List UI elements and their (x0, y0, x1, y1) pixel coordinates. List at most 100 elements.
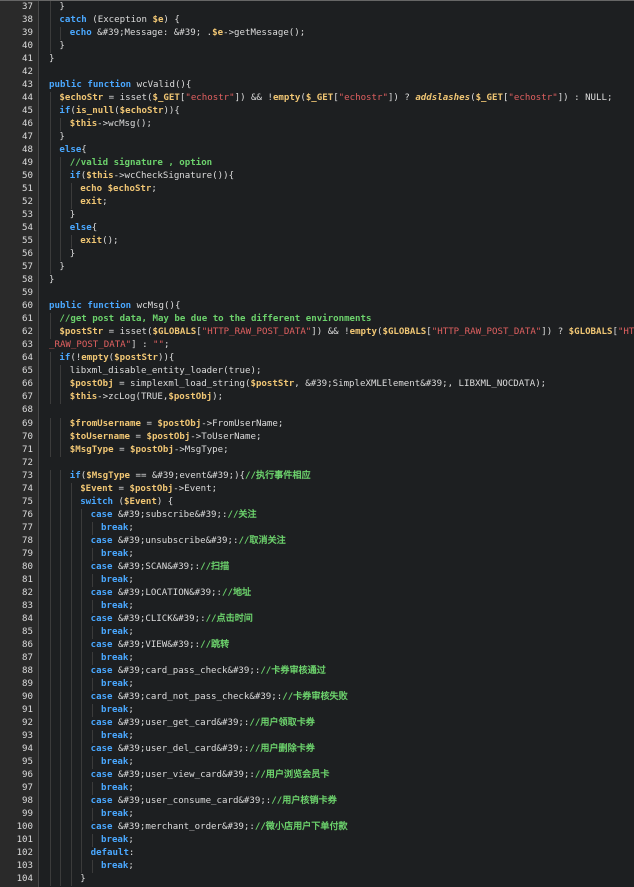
code-text[interactable]: $echoStr = isset($_GET["echostr"]) && !e… (59, 92, 612, 105)
indent-guide (81, 573, 83, 587)
code-text[interactable]: } (49, 53, 54, 66)
code-line: 43 public function wcValid(){ (0, 79, 634, 92)
code-text[interactable]: break; (101, 522, 134, 535)
code-text[interactable]: } (59, 131, 64, 144)
code-text[interactable]: $toUsername = $postObj->ToUserName; (70, 431, 262, 444)
code-text[interactable]: case &#39;SCAN&#39;://扫描 (91, 561, 230, 574)
code-text[interactable]: $this->wcMsg(); (70, 118, 152, 131)
code-text[interactable]: case &#39;merchant_order&#39;://微小店用户下单付… (91, 821, 348, 834)
indent-guide (50, 573, 51, 587)
indent-guide (60, 690, 62, 704)
code-token: $MsgType (86, 470, 131, 481)
code-text[interactable]: case &#39;VIEW&#39;://跳转 (91, 639, 230, 652)
line-number: 99 (22, 808, 33, 819)
code-text[interactable]: case &#39;unsubscribe&#39;://取消关注 (91, 535, 286, 548)
code-text[interactable]: break; (101, 548, 134, 561)
code-editor[interactable]: 37} 38 catch (Exception $e) {39 echo &#39;M… (0, 0, 634, 887)
code-text[interactable]: libxml_disable_entity_loader(true); (70, 365, 262, 378)
code-line: 61 //get post data, May be due to the dif… (0, 313, 634, 327)
code-text[interactable]: break; (101, 652, 134, 665)
code-text[interactable]: if(is_null($echoStr)){ (59, 105, 180, 118)
code-text[interactable]: public function wcValid(){ (49, 79, 191, 92)
code-text[interactable]: break; (101, 704, 134, 717)
indent-guide (81, 807, 83, 821)
code-token: $Event (80, 483, 114, 494)
code-text[interactable]: } (80, 873, 85, 886)
code-text[interactable]: exit(); (80, 235, 118, 248)
code-text[interactable]: case &#39;user_get_card&#39;://用户领取卡券 (91, 717, 315, 730)
code-text[interactable]: if($this->wcCheckSignature()){ (70, 170, 234, 183)
code-line: 79 break; (0, 547, 634, 561)
indent-guide (70, 834, 72, 848)
code-text[interactable]: _RAW_POST_DATA"] : ""; (49, 339, 169, 352)
code-text[interactable]: break; (101, 782, 134, 795)
code-text[interactable]: $postObj = simplexml_load_string($postSt… (70, 378, 546, 391)
code-text[interactable]: break; (101, 600, 134, 613)
code-text[interactable]: case &#39;card_not_pass_check&#39;://卡券审… (91, 691, 348, 704)
code-text[interactable]: //valid signature , option (70, 157, 212, 170)
code-text[interactable]: $MsgType = $postObj->MsgType; (70, 444, 229, 457)
indent-guide (70, 235, 72, 249)
code-text[interactable]: } (59, 261, 64, 274)
code-text[interactable]: $this->zcLog(TRUE,$postObj); (70, 391, 223, 404)
code-text[interactable]: } (70, 209, 75, 222)
code-text[interactable]: } (59, 1, 64, 14)
code-text[interactable]: $Event = $postObj->Event; (80, 483, 217, 496)
code-text[interactable]: case &#39;user_consume_card&#39;://用户核销卡… (91, 795, 337, 808)
code-token: //微小店用户下单付款 (254, 821, 348, 832)
code-line: 46 $this->wcMsg(); (0, 118, 634, 132)
code-text[interactable]: break; (101, 808, 134, 821)
code-text[interactable]: exit; (80, 196, 107, 209)
code-text[interactable]: case &#39;subscribe&#39;://关注 (91, 509, 257, 522)
indent-guide (91, 781, 93, 795)
code-token: ->MsgType; (173, 444, 229, 455)
code-line: 70 $toUsername = $postObj->ToUserName; (0, 430, 634, 444)
code-token: == &#39;event&#39;){ (130, 470, 246, 481)
code-text[interactable]: case &#39;CLICK&#39;://点击时间 (91, 613, 253, 626)
code-text[interactable]: //get post data, May be due to the diffe… (59, 313, 371, 326)
code-line: 52 exit; (0, 196, 634, 210)
code-text[interactable]: case &#39;card_pass_check&#39;://卡券审核通过 (91, 665, 326, 678)
code-text[interactable]: break; (101, 860, 134, 873)
code-text[interactable]: case &#39;user_view_card&#39;://用户浏览会员卡 (91, 769, 330, 782)
indent-guide (50, 521, 51, 535)
indent-guide (81, 794, 83, 808)
code-text[interactable]: break; (101, 834, 134, 847)
line-number: 64 (22, 353, 33, 364)
code-text[interactable]: break; (101, 626, 134, 639)
code-text[interactable]: break; (101, 678, 134, 691)
code-text[interactable]: $fromUsername = $postObj->FromUserName; (70, 418, 284, 431)
indent-guide (50, 40, 51, 54)
indent-guide (81, 664, 83, 678)
code-text[interactable]: } (49, 274, 54, 287)
code-token: "HTTP_RAW_POST_DATA" (431, 327, 542, 338)
code-text[interactable]: $postStr = isset($GLOBALS["HTTP_RAW_POST… (59, 326, 634, 339)
code-text[interactable]: case &#39;user_del_card&#39;://用户删除卡券 (91, 743, 315, 756)
code-text[interactable]: echo $echoStr; (80, 183, 157, 196)
code-line: 65 libxml_disable_entity_loader(true); (0, 365, 634, 379)
indent-guide (81, 521, 83, 535)
code-token: //地址 (222, 587, 252, 598)
code-text[interactable]: if(!empty($postStr)){ (59, 352, 174, 365)
code-token: libxml_disable_entity_loader(true); (69, 366, 262, 377)
code-text[interactable]: if($MsgType == &#39;event&#39;){//执行事件相应 (70, 470, 311, 483)
indent-guide (70, 183, 72, 197)
code-text[interactable]: switch ($Event) { (80, 496, 173, 509)
code-text[interactable]: } (70, 248, 75, 261)
code-text[interactable]: break; (101, 730, 134, 743)
code-text[interactable]: break; (101, 756, 134, 769)
code-text[interactable]: else{ (59, 144, 86, 157)
indent-guide (50, 664, 51, 678)
code-text[interactable]: default: (91, 847, 135, 860)
indent-guide (81, 820, 83, 834)
code-text[interactable]: } (59, 40, 64, 53)
code-text[interactable]: break; (101, 574, 134, 587)
code-text[interactable]: case &#39;LOCATION&#39;://地址 (91, 587, 252, 600)
indent-guide (70, 612, 72, 626)
code-text[interactable]: public function wcMsg(){ (49, 300, 180, 313)
code-text[interactable]: catch (Exception $e) { (59, 14, 179, 27)
code-text[interactable]: else{ (70, 222, 97, 235)
indent-guide (91, 703, 93, 717)
code-line: 48 else{ (0, 144, 634, 158)
code-text[interactable]: echo &#39;Message: &#39; .$e->getMessage… (70, 27, 305, 40)
